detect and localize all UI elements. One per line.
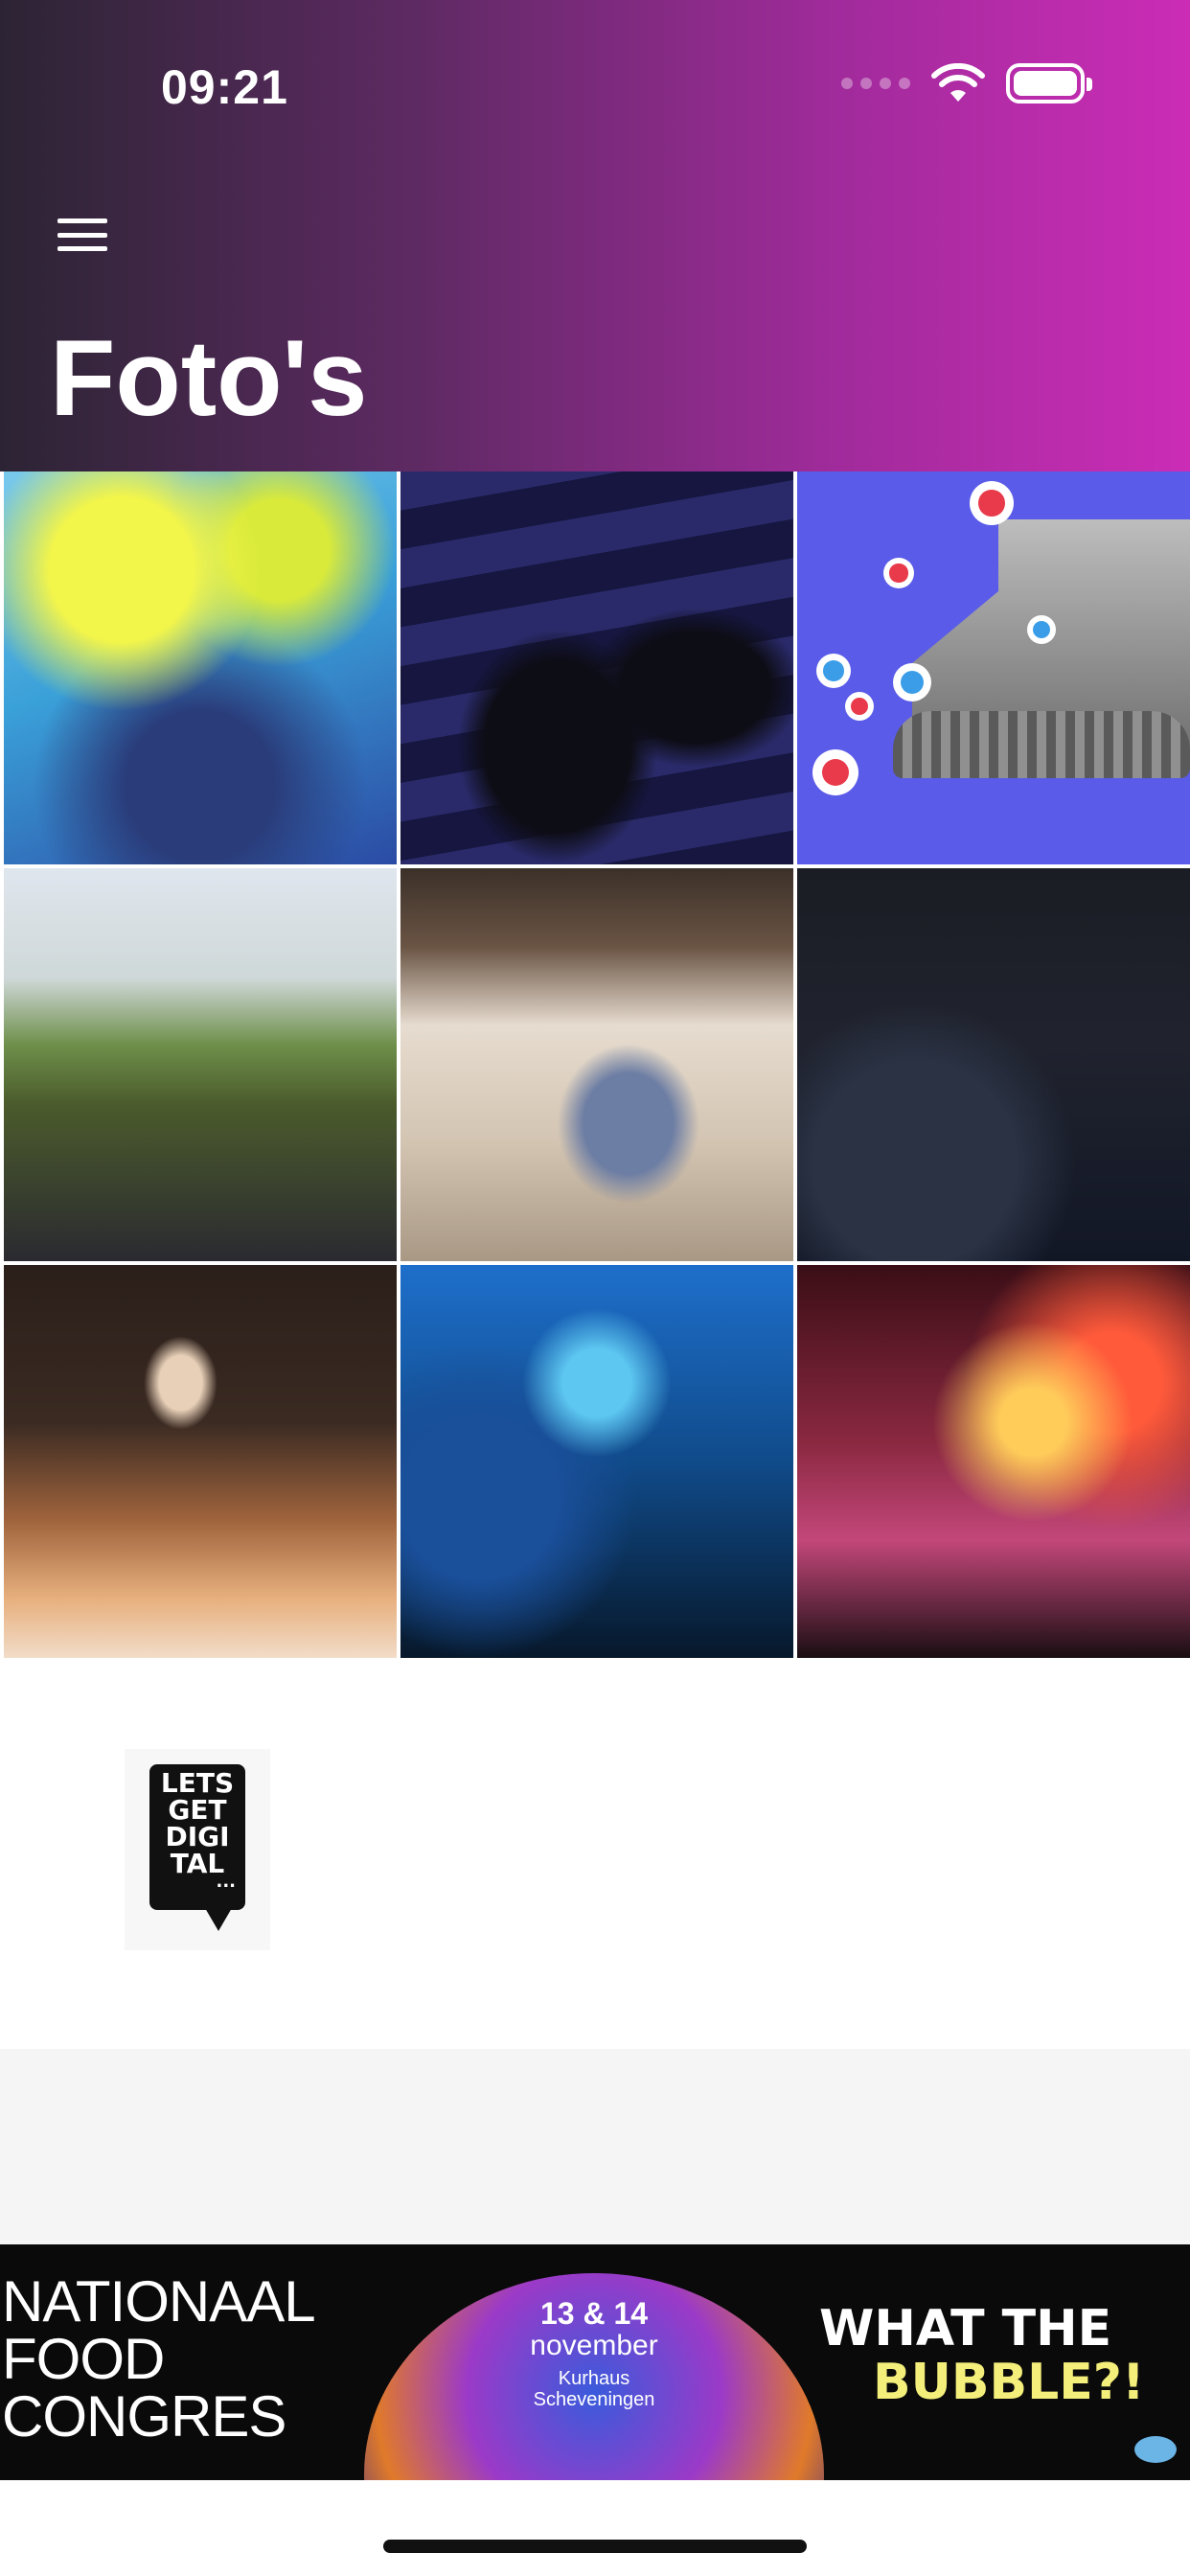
heart-icon xyxy=(970,481,1014,525)
banner-left-line: NATIONAAL xyxy=(2,2269,316,2334)
page-title: Foto's xyxy=(50,318,368,438)
banner-date-venue: 13 & 14 november Kurhaus Scheveningen xyxy=(364,2297,824,2410)
content-spacer xyxy=(0,2049,1190,2244)
banner-event-name: NATIONAAL FOOD CONGRES xyxy=(2,2269,316,2449)
banner-slogan: WHAT THE BUBBLE?! xyxy=(819,2302,1183,2409)
banner-month: november xyxy=(530,2330,658,2361)
photo-tile[interactable] xyxy=(4,868,397,1261)
wifi-icon xyxy=(931,63,985,104)
banner-left-line: FOOD xyxy=(2,2327,165,2391)
photo-tile[interactable] xyxy=(400,472,793,864)
status-time: 09:21 xyxy=(161,60,288,114)
banner-venue-city: Scheveningen xyxy=(533,2389,655,2410)
like-icon xyxy=(816,654,851,688)
lets-get-digital-logo[interactable]: LETS GET DIGI TAL ... xyxy=(125,1749,270,1950)
app-header: 09:21 Foto's xyxy=(0,0,1190,472)
banner-venue: Kurhaus xyxy=(558,2368,630,2389)
sponsor-banner[interactable]: NATIONAAL FOOD CONGRES 13 & 14 november … xyxy=(0,2244,1190,2480)
photo-tile[interactable] xyxy=(797,1265,1190,1658)
like-icon xyxy=(1027,615,1056,644)
battery-icon xyxy=(1006,63,1092,104)
slogan-line-2: BUBBLE?! xyxy=(873,2354,1145,2411)
crowd-illustration xyxy=(893,711,1190,778)
photo-tile[interactable] xyxy=(4,472,397,864)
logo-line: GET xyxy=(168,1794,227,1826)
home-indicator[interactable] xyxy=(383,2540,807,2553)
heart-icon xyxy=(812,749,858,795)
logo-line: LETS xyxy=(160,1767,235,1799)
photo-tile[interactable] xyxy=(400,1265,793,1658)
logo-line: DIGI xyxy=(165,1821,230,1852)
hamburger-menu-icon[interactable] xyxy=(54,213,111,257)
heart-icon xyxy=(845,692,874,721)
photo-tile[interactable] xyxy=(797,868,1190,1261)
photo-tile[interactable] xyxy=(400,868,793,1261)
heart-icon xyxy=(883,558,914,588)
slogan-line-1: WHAT THE xyxy=(819,2300,1112,2358)
banner-date: 13 & 14 xyxy=(539,2296,649,2331)
photo-tile[interactable] xyxy=(797,472,1190,864)
bubble-icon xyxy=(1134,2436,1177,2463)
like-icon xyxy=(893,663,931,702)
photo-grid xyxy=(0,472,1190,1658)
photo-tile[interactable] xyxy=(4,1265,397,1658)
status-icons xyxy=(841,63,1092,104)
logo-speech-bubble: LETS GET DIGI TAL ... xyxy=(149,1764,245,1931)
banner-left-line: CONGRES xyxy=(2,2384,286,2449)
cellular-signal-icon xyxy=(841,78,910,89)
